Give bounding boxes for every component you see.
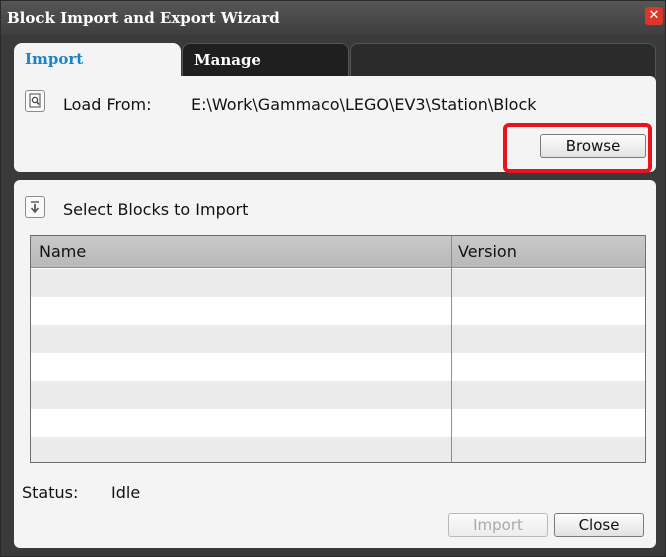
status-label: Status:	[22, 483, 79, 502]
table-row	[31, 325, 645, 353]
close-button[interactable]: Close	[554, 513, 644, 537]
tab-filler	[350, 43, 656, 77]
title-bar[interactable]: Block Import and Export Wizard ✕	[1, 1, 665, 35]
document-search-icon	[25, 90, 45, 112]
wizard-window: Block Import and Export Wizard ✕ Import …	[0, 0, 666, 557]
select-blocks-label: Select Blocks to Import	[63, 200, 249, 219]
table-row	[31, 409, 645, 437]
column-header-version[interactable]: Version	[458, 242, 517, 261]
table-row	[31, 381, 645, 409]
close-icon[interactable]: ✕	[645, 7, 663, 25]
tab-import[interactable]: Import	[14, 43, 181, 77]
table-row	[31, 437, 645, 462]
select-blocks-panel: Select Blocks to Import Name Version Sta…	[14, 180, 656, 548]
table-row	[31, 269, 645, 297]
tab-manage[interactable]: Manage	[182, 43, 349, 77]
load-from-label: Load From:	[63, 95, 152, 114]
status-value: Idle	[111, 483, 141, 502]
blocks-table[interactable]: Name Version	[30, 235, 646, 463]
import-button[interactable]: Import	[448, 513, 548, 537]
table-row	[31, 353, 645, 381]
tab-bar: Import Manage	[1, 43, 665, 77]
column-header-name[interactable]: Name	[39, 242, 86, 261]
table-row	[31, 297, 645, 325]
load-from-path: E:\Work\Gammaco\LEGO\EV3\Station\Block	[191, 95, 537, 114]
download-arrow-icon	[25, 196, 45, 218]
window-title: Block Import and Export Wizard	[7, 9, 280, 27]
table-header: Name Version	[31, 236, 645, 268]
browse-highlight-box	[503, 123, 652, 173]
column-divider	[451, 236, 452, 462]
